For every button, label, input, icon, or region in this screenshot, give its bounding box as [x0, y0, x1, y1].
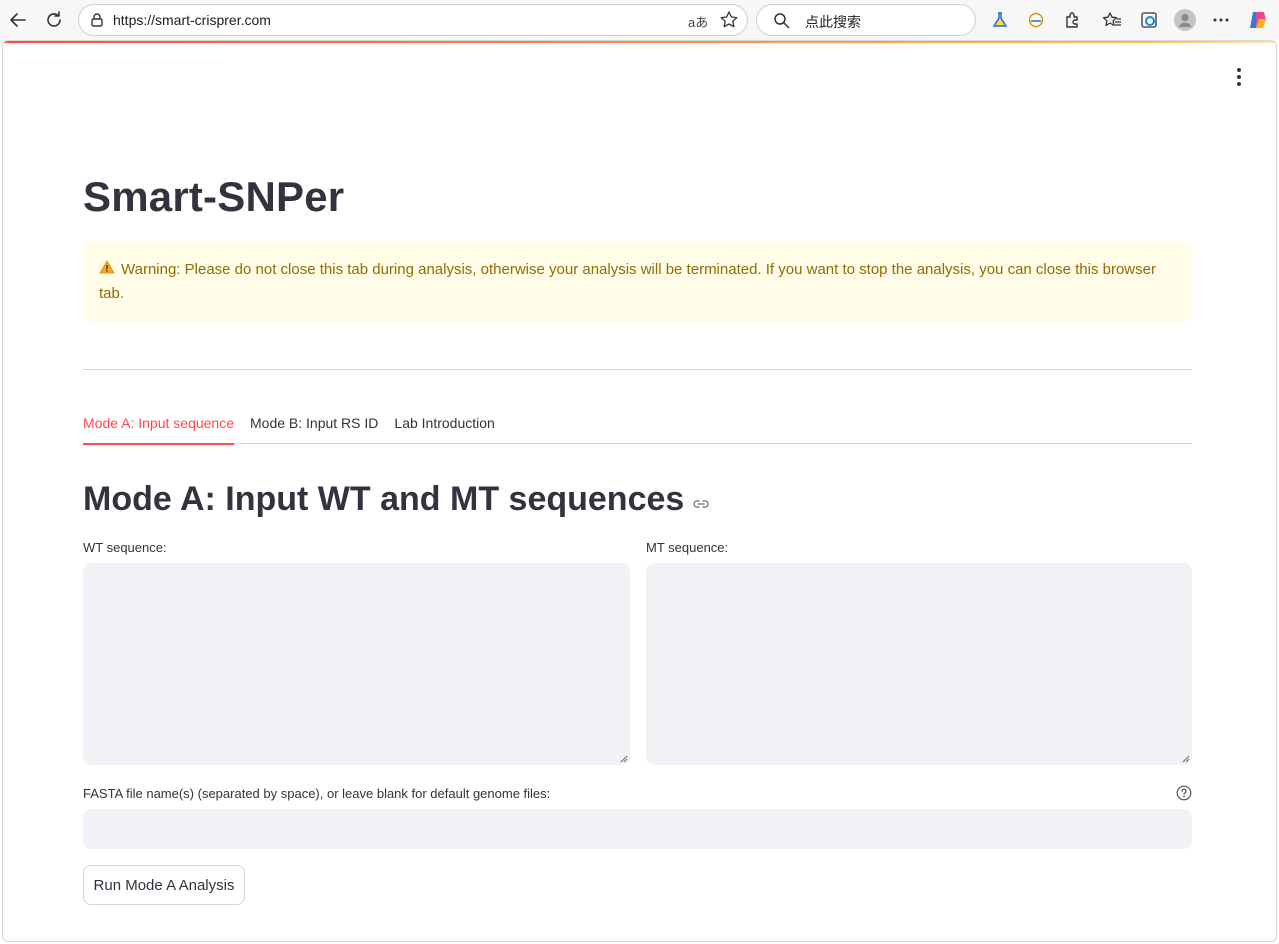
app-title: Smart-SNPer: [83, 173, 345, 220]
translate-icon[interactable]: aあ: [688, 12, 708, 31]
resize-grip-icon[interactable]: [1182, 755, 1190, 763]
app-menu-kebab-icon[interactable]: [1229, 67, 1249, 87]
extension-edge-icon[interactable]: [1024, 8, 1048, 32]
mt-sequence-textarea[interactable]: [646, 563, 1192, 765]
search-icon: [773, 12, 790, 34]
extension-flask-icon[interactable]: [988, 8, 1012, 32]
warning-text: Warning: Please do not close this tab du…: [99, 261, 1156, 302]
url-text: https://smart-crisprer.com: [113, 12, 271, 28]
reload-button[interactable]: [42, 8, 66, 32]
browser-search-box[interactable]: 点此搜索: [756, 4, 976, 36]
search-placeholder: 点此搜索: [805, 15, 861, 31]
profile-avatar-icon[interactable]: [1173, 8, 1197, 32]
tab-lab-introduction[interactable]: Lab Introduction: [394, 411, 494, 444]
wt-sequence-textarea[interactable]: [83, 563, 630, 765]
tab-mode-b[interactable]: Mode B: Input RS ID: [250, 411, 378, 444]
copilot-icon[interactable]: [1246, 8, 1270, 32]
section-heading-text: Mode A: Input WT and MT sequences: [83, 480, 685, 518]
address-bar[interactable]: https://smart-crisprer.com aあ: [78, 4, 748, 36]
extensions-puzzle-icon[interactable]: [1060, 8, 1084, 32]
tab-mode-a[interactable]: Mode A: Input sequence: [83, 411, 234, 445]
lock-icon: [89, 12, 105, 33]
warning-icon: [99, 258, 115, 282]
fasta-file-label: FASTA file name(s) (separated by space),…: [83, 786, 551, 801]
help-question-icon[interactable]: [1176, 785, 1192, 806]
anchor-link-icon[interactable]: [692, 483, 710, 522]
mode-tabs: Mode A: Input sequence Mode B: Input RS …: [83, 411, 1192, 445]
horizontal-divider: [83, 369, 1192, 370]
top-decoration-bar: [3, 41, 1276, 43]
browser-toolbar: https://smart-crisprer.com aあ 点此搜索: [0, 0, 1279, 40]
more-options-icon[interactable]: [1209, 8, 1233, 32]
resize-grip-icon[interactable]: [620, 755, 628, 763]
back-button[interactable]: [6, 8, 30, 32]
wt-sequence-label: WT sequence:: [83, 540, 167, 555]
collections-icon[interactable]: [1137, 8, 1161, 32]
page-viewport: Smart-SNPer Warning: Please do not close…: [2, 40, 1277, 942]
run-mode-a-analysis-button[interactable]: Run Mode A Analysis: [83, 865, 245, 905]
fasta-file-input[interactable]: [83, 809, 1192, 849]
back-arrow-icon: [10, 13, 26, 27]
favorites-icon[interactable]: [1100, 8, 1124, 32]
mt-sequence-label: MT sequence:: [646, 540, 729, 555]
reload-icon: [47, 11, 61, 27]
favorite-star-icon[interactable]: [719, 10, 739, 35]
section-heading: Mode A: Input WT and MT sequences: [83, 477, 710, 522]
warning-alert: Warning: Please do not close this tab du…: [83, 242, 1192, 322]
